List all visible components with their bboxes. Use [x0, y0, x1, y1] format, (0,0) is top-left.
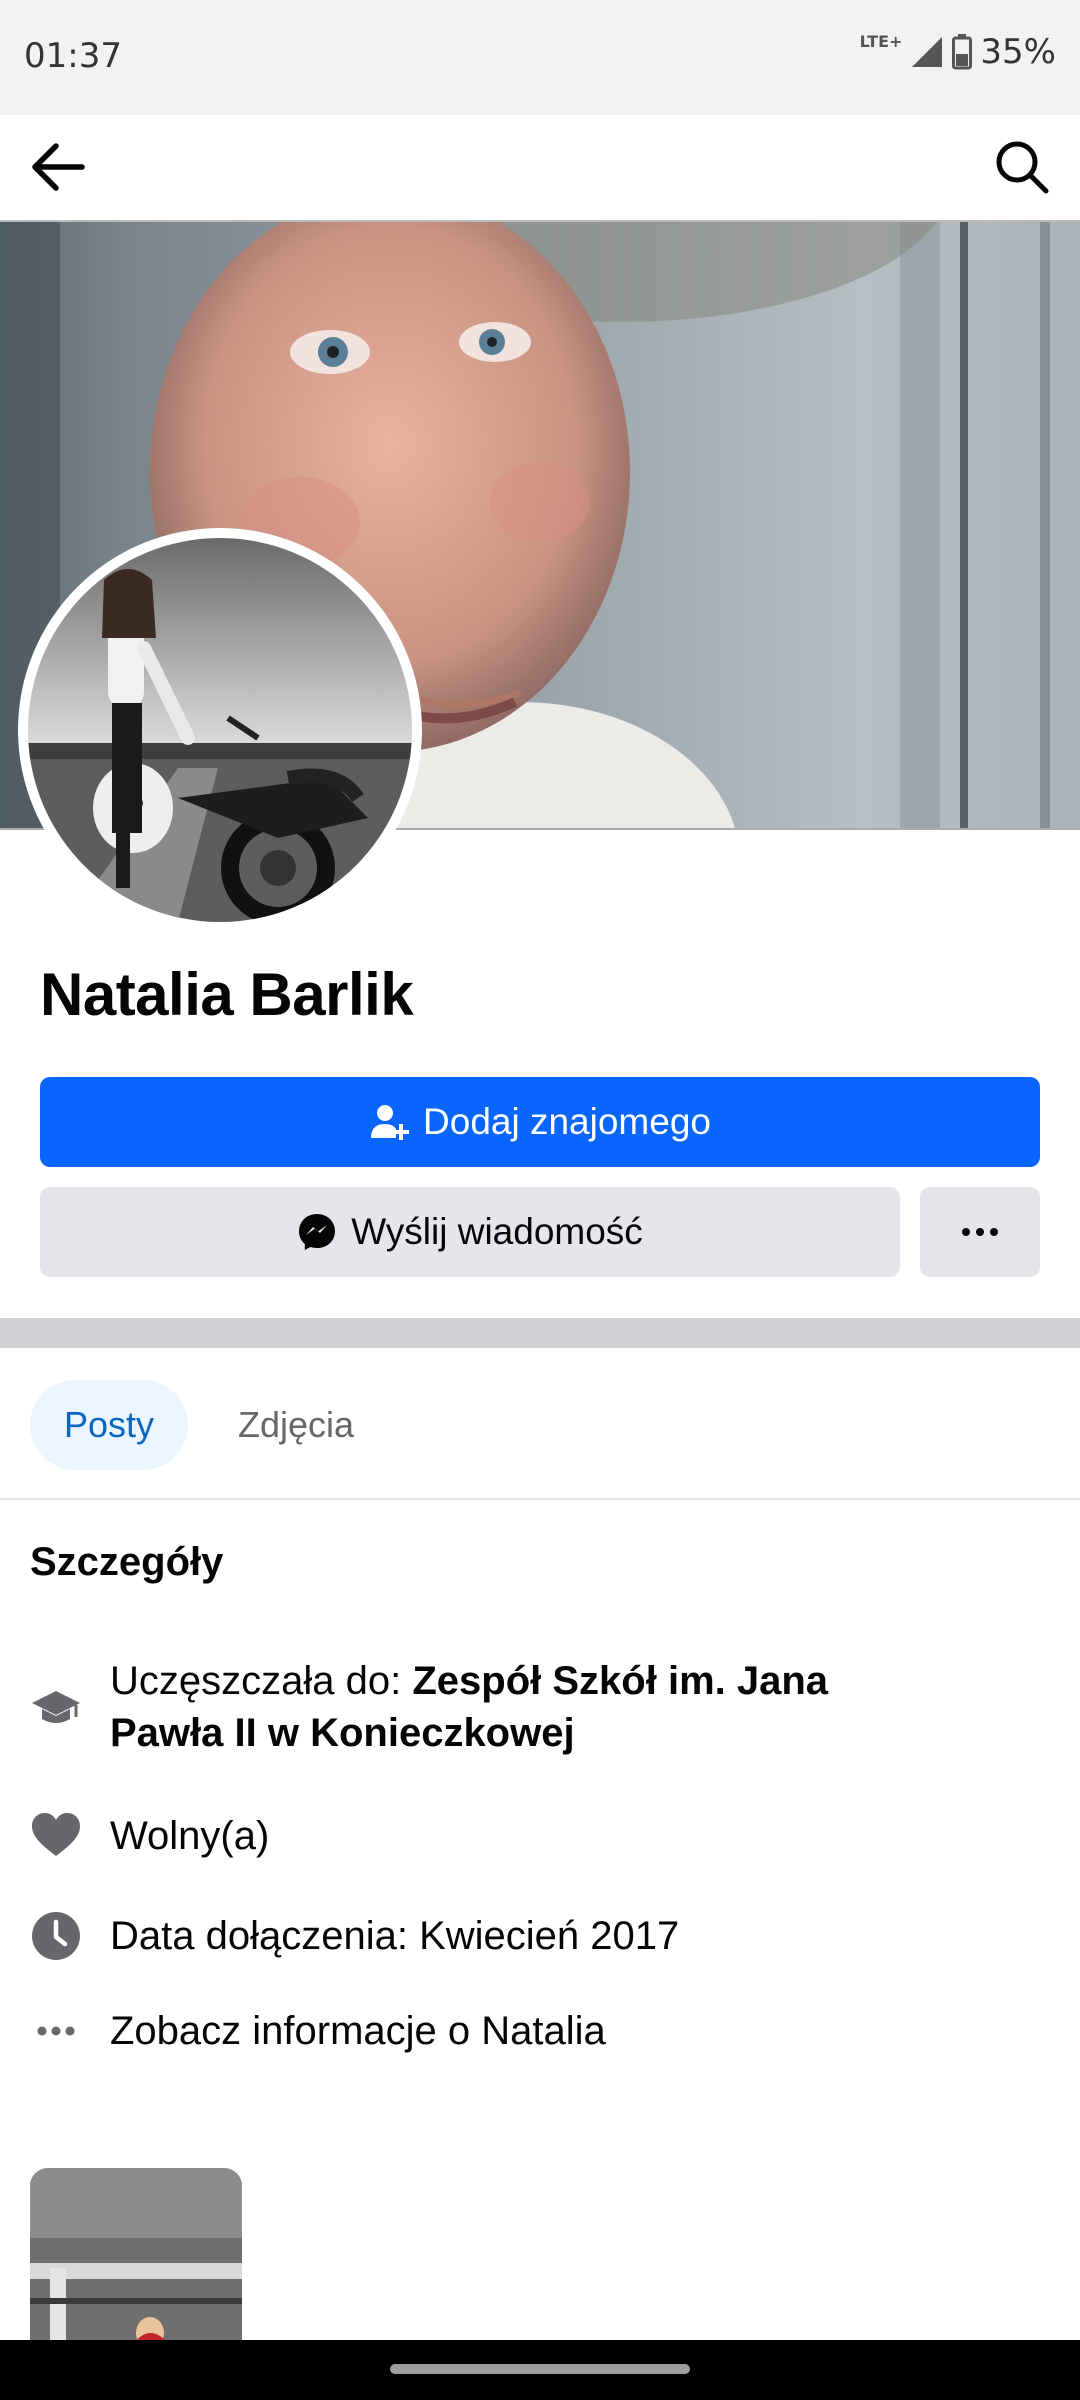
- more-horizontal-icon: [962, 1228, 998, 1236]
- back-button[interactable]: [26, 135, 90, 199]
- messenger-icon: [299, 1214, 336, 1250]
- heart-icon: [32, 1813, 80, 1856]
- home-gesture-handle[interactable]: [390, 2364, 690, 2374]
- battery-icon: [952, 34, 973, 70]
- see-more-about-label: Zobacz informacje o Natalia: [110, 2009, 606, 2053]
- tab-photos[interactable]: Zdjęcia: [210, 1380, 382, 1470]
- send-message-button[interactable]: Wyślij wiadomość: [40, 1187, 900, 1277]
- detail-school: Uczęszczała do: Zespół Szkół im. Jana Pa…: [30, 1655, 828, 1759]
- featured-photo-thumbnail[interactable]: [30, 2168, 242, 2348]
- section-separator: [0, 1318, 1080, 1348]
- avatar-image: [28, 538, 412, 922]
- graduation-cap-icon: [32, 1691, 80, 1723]
- search-icon: [996, 141, 1049, 194]
- network-type: LTE+: [859, 32, 903, 51]
- profile-name: Natalia Barlik: [40, 961, 414, 1028]
- tab-posts[interactable]: Posty: [30, 1380, 188, 1470]
- add-friend-button[interactable]: Dodaj znajomego: [40, 1077, 1040, 1167]
- school-name-line2[interactable]: Pawła II w Konieczkowej: [110, 1711, 575, 1755]
- send-message-label: Wyślij wiadomość: [351, 1211, 643, 1252]
- system-nav-bar: [0, 2340, 1080, 2400]
- see-more-about-link[interactable]: Zobacz informacje o Natalia: [30, 2005, 606, 2057]
- profile-tabs: Posty Zdjęcia: [0, 1348, 1080, 1500]
- detail-joined: Data dołączenia: Kwiecień 2017: [30, 1910, 679, 1962]
- more-horizontal-icon: [37, 2026, 75, 2036]
- add-friend-label: Dodaj znajomego: [423, 1101, 711, 1142]
- app-header: [0, 115, 1080, 220]
- joined-date: Data dołączenia: Kwiecień 2017: [110, 1914, 680, 1958]
- add-friend-icon: [371, 1105, 410, 1140]
- signal-icon: [912, 37, 943, 67]
- profile-avatar[interactable]: [18, 528, 422, 932]
- status-time: 01:37: [24, 36, 122, 76]
- relationship-status: Wolny(a): [110, 1814, 270, 1858]
- details-title: Szczegóły: [30, 1540, 224, 1584]
- more-options-button[interactable]: [920, 1187, 1040, 1277]
- battery-percent: 35%: [980, 32, 1056, 72]
- arrow-left-icon: [32, 143, 85, 191]
- status-icons: LTE+ 35%: [860, 32, 1056, 72]
- school-name-line1[interactable]: Zespół Szkół im. Jana: [412, 1659, 828, 1703]
- detail-relationship: Wolny(a): [30, 1810, 269, 1862]
- school-prefix: Uczęszczała do:: [110, 1659, 413, 1703]
- search-button[interactable]: [990, 135, 1054, 199]
- clock-icon: [32, 1912, 80, 1960]
- status-bar: 01:37 LTE+ 35%: [0, 0, 1080, 115]
